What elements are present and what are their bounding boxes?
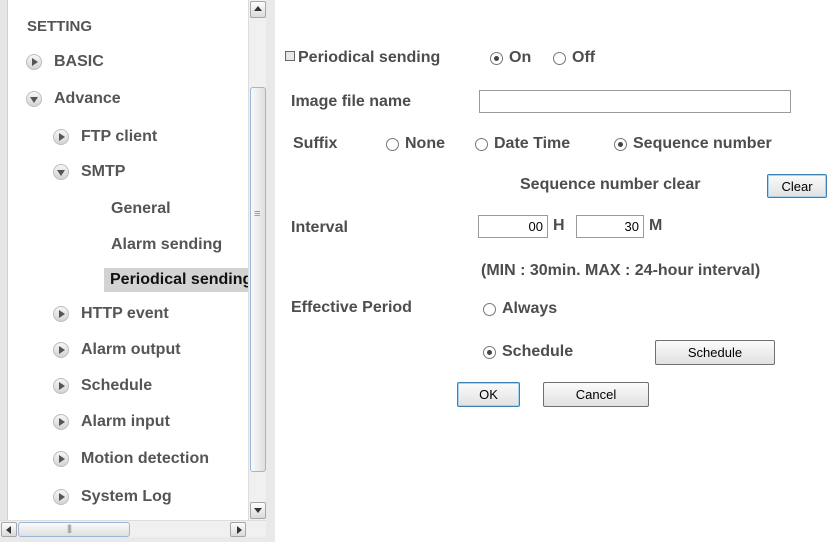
interval-note: (MIN : 30min. MAX : 24-hour interval) [481, 262, 761, 279]
radio-checked-icon [614, 137, 627, 151]
menu-item-advance[interactable]: Advance [26, 87, 121, 111]
chevron-right-circle-icon [53, 129, 69, 145]
ok-button[interactable]: OK [457, 382, 520, 407]
menu-item-http-event[interactable]: HTTP event [53, 302, 169, 326]
menu-item-alarm-input[interactable]: Alarm input [53, 410, 170, 434]
section-title: Periodical sending [285, 49, 440, 67]
schedule-button[interactable]: Schedule [655, 340, 775, 365]
settings-sidebar: SETTING BASIC Advance FTP client SMTP Ge… [0, 0, 275, 542]
radio-checked-icon [490, 51, 503, 65]
menu-item-alarm-output[interactable]: Alarm output [53, 338, 181, 362]
menu-item-label: Schedule [81, 377, 153, 394]
clear-button[interactable]: Clear [767, 174, 827, 198]
period-always-radio[interactable]: Always [483, 300, 557, 318]
mode-on-radio[interactable]: On [490, 49, 531, 67]
image-file-name-label: Image file name [291, 93, 412, 110]
scroll-down-arrow-icon[interactable] [250, 502, 266, 519]
chevron-right-circle-icon [53, 306, 69, 322]
sidebar-edge [0, 0, 8, 520]
menu-item-label: Advance [54, 90, 121, 107]
chevron-down-circle-icon [26, 91, 42, 107]
menu-title: SETTING [27, 18, 93, 35]
sequence-number-clear-label: Sequence number clear [520, 176, 701, 193]
scroll-right-arrow-icon[interactable] [230, 522, 246, 537]
menu-item-label: FTP client [81, 128, 158, 145]
mode-off-radio[interactable]: Off [553, 49, 595, 67]
chevron-right-circle-icon [53, 489, 69, 505]
menu-item-schedule[interactable]: Schedule [53, 374, 152, 398]
scroll-up-arrow-icon[interactable] [250, 1, 266, 18]
minutes-unit: M [649, 217, 663, 234]
submenu-item-periodical-sending[interactable]: Periodical sending [104, 268, 248, 292]
menu-item-label: BASIC [54, 53, 104, 70]
radio-checked-icon [483, 345, 496, 359]
horizontal-scrollbar[interactable] [0, 520, 266, 537]
menu-item-motion-detection[interactable]: Motion detection [53, 447, 209, 471]
vertical-scrollbar[interactable] [248, 0, 266, 520]
suffix-label: Suffix [293, 135, 338, 152]
chevron-right-circle-icon [53, 378, 69, 394]
chevron-right-circle-icon [53, 451, 69, 467]
sidebar-bottom-border [0, 537, 275, 542]
menu-item-system-log[interactable]: System Log [53, 485, 172, 509]
interval-hours-input[interactable] [478, 215, 548, 238]
menu-item-label: Alarm output [81, 341, 181, 358]
interval-minutes-input[interactable] [576, 215, 644, 238]
period-schedule-radio[interactable]: Schedule [483, 343, 573, 361]
interval-label: Interval [291, 219, 348, 236]
scroll-left-arrow-icon[interactable] [1, 522, 17, 537]
menu-item-label: Motion detection [81, 450, 209, 467]
image-file-name-input[interactable] [479, 90, 791, 113]
radio-unchecked-icon [553, 51, 566, 65]
radio-unchecked-icon [475, 137, 488, 151]
chevron-right-circle-icon [26, 54, 42, 70]
sidebar-divider [266, 0, 275, 542]
suffix-none-radio[interactable]: None [386, 135, 445, 153]
periodical-sending-form: Periodical sending On Off Image file nam… [275, 0, 838, 542]
vertical-scroll-thumb[interactable] [250, 87, 266, 472]
chevron-right-circle-icon [53, 342, 69, 358]
radio-unchecked-icon [386, 137, 399, 151]
menu-item-label: Alarm input [81, 413, 170, 430]
menu-item-label: SMTP [81, 163, 126, 180]
menu-item-smtp[interactable]: SMTP [53, 160, 125, 184]
settings-menu: SETTING BASIC Advance FTP client SMTP Ge… [8, 0, 248, 520]
menu-item-label: HTTP event [81, 305, 169, 322]
effective-period-label: Effective Period [291, 299, 412, 316]
chevron-down-circle-icon [53, 164, 69, 180]
suffix-date-time-radio[interactable]: Date Time [475, 135, 570, 153]
cancel-button[interactable]: Cancel [543, 382, 649, 407]
square-bullet-icon [285, 51, 295, 61]
menu-item-label: System Log [81, 488, 172, 505]
chevron-right-circle-icon [53, 414, 69, 430]
suffix-sequence-number-radio[interactable]: Sequence number [614, 135, 772, 153]
hours-unit: H [553, 217, 565, 234]
menu-item-basic[interactable]: BASIC [26, 50, 104, 74]
horizontal-scroll-thumb[interactable] [18, 522, 130, 537]
submenu-item-alarm-sending[interactable]: Alarm sending [111, 236, 222, 254]
submenu-item-general[interactable]: General [111, 200, 171, 218]
menu-item-ftp-client[interactable]: FTP client [53, 125, 157, 149]
radio-unchecked-icon [483, 302, 496, 316]
